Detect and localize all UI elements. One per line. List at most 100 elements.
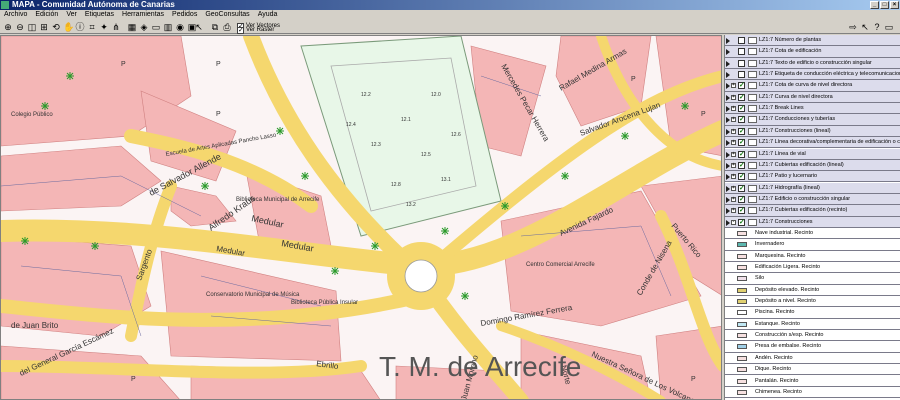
style-swatch [737, 344, 747, 350]
forward-icon[interactable]: ⇨ [848, 22, 858, 32]
menu-pedidos[interactable]: Pedidos [172, 10, 197, 20]
layer-visibility-checkbox[interactable]: ✓ [738, 150, 745, 158]
maximize-icon[interactable]: □ [880, 1, 889, 9]
legend-style-row[interactable]: Invernadero [725, 239, 900, 251]
legend-style-row[interactable]: Edificación Ligera. Recinto [725, 262, 900, 274]
row-pointer-icon [726, 174, 730, 181]
menu-edicion[interactable]: Edición [35, 10, 58, 20]
layer-visibility-checkbox[interactable]: ✓ [738, 105, 745, 113]
legend-style-row[interactable]: Chimenea. Recinto [725, 387, 900, 399]
spot-height-1: 12.1 [401, 117, 411, 123]
expand-toggle[interactable]: + [731, 151, 736, 157]
legend-layer-row[interactable]: LZ1:7 Número de plantas [725, 35, 900, 47]
expand-toggle[interactable]: + [731, 162, 736, 168]
legend-style-row[interactable]: Depósito a nivel. Recinto [725, 296, 900, 308]
layer-visibility-checkbox[interactable]: ✓ [738, 184, 745, 192]
window-icon[interactable]: ▭ [884, 22, 894, 32]
expand-toggle[interactable]: - [731, 219, 736, 225]
legend-layer-row[interactable]: LZ1:7 Cota de edificación [725, 46, 900, 58]
layer-visibility-checkbox[interactable]: ✓ [738, 173, 745, 181]
layer-visibility-checkbox[interactable]: ✓ [738, 161, 745, 169]
legend-style-row[interactable]: Estanque. Recinto [725, 319, 900, 331]
menu-ayuda[interactable]: Ayuda [258, 10, 278, 20]
expand-toggle[interactable]: + [731, 208, 736, 214]
spot-height-4: 13.1 [441, 177, 451, 183]
layer-visibility-checkbox[interactable]: ✓ [738, 127, 745, 135]
raster-checkbox[interactable]: ✓ [237, 27, 244, 34]
legend-label: LZ1:7 Línea decorativa/complementaria de… [759, 139, 900, 146]
layer-visibility-checkbox[interactable]: ✓ [738, 139, 745, 147]
expand-toggle[interactable]: + [731, 83, 736, 89]
layer-visibility-checkbox[interactable] [738, 37, 745, 44]
layer-visibility-checkbox[interactable] [738, 71, 745, 79]
legend-label: Chimenea. Recinto [755, 388, 802, 395]
expand-toggle[interactable]: + [731, 117, 736, 123]
legend-label: Marquesina. Recinto [755, 252, 806, 259]
menu-etiquetas[interactable]: Etiquetas [85, 10, 114, 20]
close-icon[interactable]: × [890, 1, 899, 9]
layer-symbol-icon [748, 37, 757, 44]
style-swatch [737, 310, 747, 316]
legend-layer-row[interactable]: + ✓ LZ1:7 Línea de vial [725, 148, 900, 160]
legend-style-row[interactable]: Andén. Recinto [725, 353, 900, 365]
legend-layer-row[interactable]: + ✓ LZ1:7 Curva de nivel directora [725, 91, 900, 104]
help-icon[interactable]: ? [872, 22, 882, 32]
legend-layer-row[interactable]: LZ1:7 Etiqueta de conducción eléctrica y… [725, 69, 900, 81]
window-title: MAPA - Comunidad Autónoma de Canarias [12, 0, 175, 9]
layer-visibility-checkbox[interactable]: ✓ [738, 195, 745, 203]
legend-layer-row[interactable]: + ✓ LZ1:7 Cubiertas edificación (recinto) [725, 205, 900, 217]
expand-toggle[interactable]: + [731, 94, 736, 100]
row-pointer-icon [726, 128, 730, 135]
legend-label: LZ1:7 Patio y lucernario [759, 173, 818, 180]
legend-layer-row[interactable]: + ✓ LZ1:7 Cota de curva de nivel directora [725, 80, 900, 92]
legend-style-row[interactable]: Silo [725, 273, 900, 285]
expand-toggle[interactable]: + [731, 106, 736, 112]
expand-toggle[interactable]: + [731, 128, 736, 134]
menu-ver[interactable]: Ver [66, 10, 77, 20]
menu-archivo[interactable]: Archivo [4, 10, 27, 20]
expand-toggle[interactable]: + [731, 196, 736, 202]
layer-visibility-checkbox[interactable]: ✓ [738, 218, 745, 226]
legend-label: Presa de embalse. Recinto [755, 343, 822, 350]
legend-label: LZ1:7 Cota de edificación [759, 48, 822, 55]
legend-layer-row[interactable]: + ✓ LZ1:7 Edificio o construcción singular [725, 193, 900, 206]
pointer-icon[interactable]: ↖ [860, 22, 870, 32]
layer-visibility-checkbox[interactable]: ✓ [738, 207, 745, 215]
layer-symbol-icon [748, 127, 757, 135]
layer-visibility-checkbox[interactable]: ✓ [738, 116, 745, 124]
menu-herramientas[interactable]: Herramientas [122, 10, 164, 20]
legend-layer-row[interactable]: + ✓ LZ1:7 Construcciones (lineal) [725, 125, 900, 138]
legend-style-row[interactable]: Dique. Recinto [725, 364, 900, 376]
spot-height-5: 12.8 [391, 182, 401, 188]
legend-style-row[interactable]: Marquesina. Recinto [725, 251, 900, 262]
menu-geoconsultas[interactable]: GeoConsultas [205, 10, 249, 20]
legend-style-row[interactable]: Piscina. Recinto [725, 307, 900, 319]
roundabout-center [404, 259, 438, 293]
legend-layer-row[interactable]: + ✓ LZ1:7 Línea decorativa/complementaria … [725, 137, 900, 149]
expand-toggle[interactable]: + [731, 185, 736, 191]
layer-visibility-checkbox[interactable]: ✓ [738, 93, 745, 101]
legend-style-row[interactable]: Nave industrial. Recinto [725, 228, 900, 240]
layer-visibility-checkbox[interactable] [738, 59, 745, 67]
legend-layer-row[interactable]: + ✓ LZ1:7 Conducciones y tuberías [725, 114, 900, 126]
legend-layer-row[interactable]: + ✓ LZ1:7 Break Lines [725, 103, 900, 115]
legend-style-row[interactable]: Depósito elevado. Recinto [725, 285, 900, 296]
layer-visibility-checkbox[interactable] [738, 48, 745, 56]
layer-visibility-checkbox[interactable]: ✓ [738, 82, 745, 90]
style-swatch [737, 230, 747, 236]
legend-label: Depósito a nivel. Recinto [755, 298, 816, 305]
legend-layer-row[interactable]: LZ1:7 Texto de edificio o construcción s… [725, 57, 900, 69]
legend-layer-row[interactable]: - ✓ LZ1:7 Construcciones [725, 216, 900, 228]
map-canvas[interactable]: de Salvador Allende Alfredo Kraus Medula… [0, 35, 722, 400]
legend-style-row[interactable]: Construcción s/esp. Recinto [725, 330, 900, 342]
minimize-icon[interactable]: _ [870, 1, 879, 9]
legend-style-row[interactable]: Pantalán. Recinto [725, 376, 900, 387]
legend-style-row[interactable]: Presa de embalse. Recinto [725, 341, 900, 353]
layer-symbol-icon [748, 139, 757, 147]
legend-layer-row[interactable]: + ✓ LZ1:7 Cubiertas edificación (lineal) [725, 159, 900, 172]
expand-toggle[interactable]: + [731, 174, 736, 180]
legend-layer-row[interactable]: + ✓ LZ1:7 Patio y lucernario [725, 171, 900, 183]
legend-layer-row[interactable]: + ✓ LZ1:7 Hidrografía (lineal) [725, 182, 900, 194]
spot-height-9: 12.6 [451, 132, 461, 138]
expand-toggle[interactable]: + [731, 140, 736, 146]
